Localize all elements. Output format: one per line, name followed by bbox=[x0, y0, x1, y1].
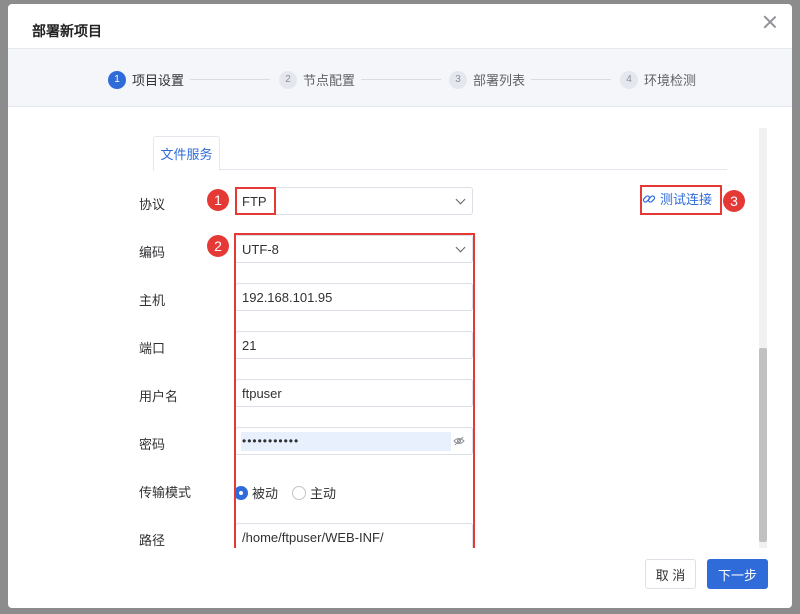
transfer-mode-radio-group: 被动 主动 bbox=[234, 483, 350, 502]
scrollbar-thumb[interactable] bbox=[759, 348, 767, 542]
chevron-down-icon bbox=[455, 242, 466, 253]
step-connector bbox=[361, 79, 441, 80]
host-label: 主机 bbox=[139, 293, 166, 308]
step-env-check[interactable]: 4 环境检测 bbox=[620, 70, 696, 89]
tab-file-service[interactable]: 文件服务 bbox=[153, 136, 220, 171]
step-project-settings[interactable]: 1 项目设置 bbox=[108, 70, 184, 89]
path-value: /home/ftpuser/WEB-INF/ bbox=[242, 529, 384, 545]
step-connector bbox=[190, 79, 270, 80]
link-icon bbox=[642, 194, 656, 203]
annotation-badge-2: 2 bbox=[207, 235, 229, 257]
port-label: 端口 bbox=[139, 341, 166, 356]
step-label: 项目设置 bbox=[132, 73, 185, 88]
port-input[interactable]: 21 bbox=[235, 331, 473, 359]
next-button[interactable]: 下一步 bbox=[707, 559, 768, 589]
transfer-mode-label: 传输模式 bbox=[139, 485, 192, 500]
protocol-select[interactable]: FTP bbox=[235, 187, 473, 215]
step-number: 1 bbox=[108, 70, 126, 89]
test-connection-label: 测试连接 bbox=[660, 192, 713, 207]
radio-label-active: 主动 bbox=[310, 486, 337, 501]
step-node-config[interactable]: 2 节点配置 bbox=[279, 70, 355, 89]
protocol-label: 协议 bbox=[139, 197, 166, 212]
path-input[interactable]: /home/ftpuser/WEB-INF/ bbox=[235, 523, 473, 548]
port-value: 21 bbox=[242, 337, 257, 353]
username-input[interactable]: ftpuser bbox=[235, 379, 473, 407]
deploy-dialog: 部署新项目 1 项目设置 2 节点配置 3 部署列表 4 环境检测 文件服务 协… bbox=[8, 4, 792, 608]
test-connection-button[interactable]: 测试连接 bbox=[642, 189, 712, 208]
host-input[interactable]: 192.168.101.95 bbox=[235, 283, 473, 311]
dialog-content: 文件服务 协议 FTP 编码 UTF-8 主机 192.168.101.95 端… bbox=[8, 108, 792, 548]
dialog-title: 部署新项目 bbox=[32, 23, 102, 39]
encoding-select[interactable]: UTF-8 bbox=[235, 235, 473, 263]
step-connector bbox=[531, 79, 611, 80]
steps-bar: 1 项目设置 2 节点配置 3 部署列表 4 环境检测 bbox=[8, 48, 792, 107]
password-value: ••••••••••• bbox=[242, 434, 300, 448]
step-label: 环境检测 bbox=[644, 73, 697, 88]
radio-passive[interactable] bbox=[234, 485, 248, 500]
step-deploy-list[interactable]: 3 部署列表 bbox=[449, 70, 525, 89]
step-number: 4 bbox=[620, 70, 638, 89]
annotation-badge-1: 1 bbox=[207, 189, 229, 211]
username-label: 用户名 bbox=[139, 389, 179, 404]
password-input[interactable]: ••••••••••• bbox=[235, 427, 473, 455]
password-label: 密码 bbox=[139, 437, 166, 452]
step-label: 部署列表 bbox=[473, 73, 526, 88]
step-number: 3 bbox=[449, 70, 467, 89]
encoding-label: 编码 bbox=[139, 245, 166, 260]
encoding-value: UTF-8 bbox=[242, 241, 279, 257]
annotation-badge-3: 3 bbox=[723, 190, 745, 212]
radio-active[interactable] bbox=[292, 485, 307, 500]
protocol-value: FTP bbox=[242, 193, 267, 209]
tab-bar: 文件服务 bbox=[153, 132, 727, 171]
username-value: ftpuser bbox=[242, 385, 282, 401]
host-value: 192.168.101.95 bbox=[242, 289, 333, 305]
chevron-down-icon bbox=[455, 194, 466, 205]
path-label: 路径 bbox=[139, 533, 166, 548]
step-label: 节点配置 bbox=[303, 73, 356, 88]
radio-label-passive: 被动 bbox=[252, 486, 279, 501]
step-number: 2 bbox=[279, 70, 297, 89]
eye-off-icon[interactable] bbox=[453, 436, 465, 446]
dialog-header: 部署新项目 bbox=[8, 4, 792, 48]
cancel-button[interactable]: 取 消 bbox=[645, 559, 696, 589]
close-icon[interactable] bbox=[762, 14, 778, 30]
